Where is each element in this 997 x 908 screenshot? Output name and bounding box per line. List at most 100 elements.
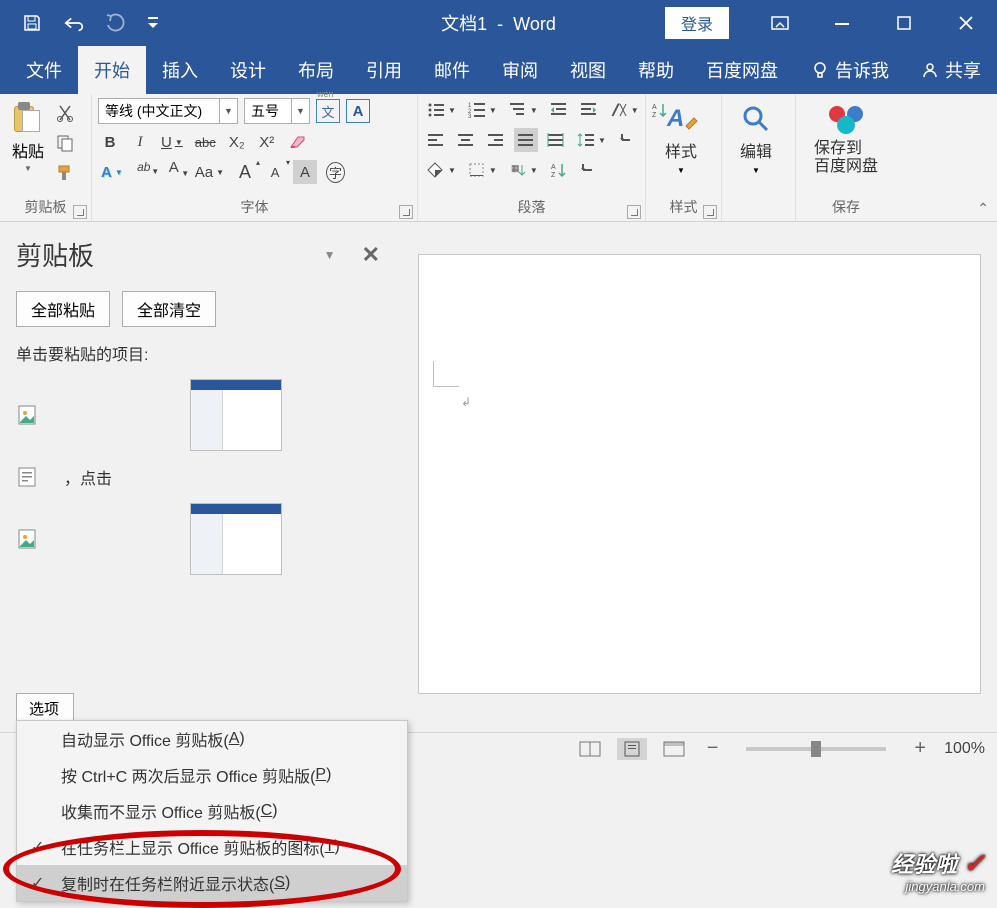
svg-text:A: A xyxy=(551,164,556,171)
tab-home[interactable]: 开始 xyxy=(78,46,146,94)
pane-title: 剪贴板 xyxy=(16,236,94,273)
clip-item[interactable] xyxy=(16,379,380,451)
clip-item[interactable]: ，点击 xyxy=(16,465,380,489)
shrink-font-button[interactable]: A▾ xyxy=(263,160,287,184)
shading-button[interactable]: ▼ xyxy=(424,158,459,182)
ribbon-display-icon[interactable] xyxy=(749,0,811,46)
snap-grid-button[interactable]: ▦▼ xyxy=(506,158,541,182)
paste-button[interactable]: 粘贴 ▼ xyxy=(6,98,50,173)
menu-auto-show[interactable]: 自动显示 Office 剪贴板(A) xyxy=(17,721,407,757)
read-mode-icon[interactable] xyxy=(575,738,605,760)
asian-layout-button[interactable]: ▼ xyxy=(607,98,642,122)
minimize-icon[interactable] xyxy=(811,0,873,46)
styles-launcher-icon[interactable] xyxy=(703,205,717,219)
tab-layout[interactable]: 布局 xyxy=(282,46,350,94)
align-right-button[interactable] xyxy=(484,128,508,152)
chevron-down-icon[interactable]: ▼ xyxy=(219,99,237,123)
bullets-button[interactable]: ▼ xyxy=(424,98,459,122)
italic-button[interactable]: I xyxy=(128,130,152,154)
align-justify-button[interactable] xyxy=(514,128,538,152)
tab-baidu[interactable]: 百度网盘 xyxy=(690,46,794,94)
menu-show-status[interactable]: 复制时在任务栏附近显示状态(S) xyxy=(17,865,407,901)
menu-collect-no-show[interactable]: 收集而不显示 Office 剪贴板(C) xyxy=(17,793,407,829)
tab-reference[interactable]: 引用 xyxy=(350,46,418,94)
sort-button[interactable]: AZ xyxy=(547,158,571,182)
tab-tellme[interactable]: 告诉我 xyxy=(795,46,905,94)
text-effect-button[interactable]: A▼ xyxy=(98,160,126,184)
qat-customize-icon[interactable] xyxy=(146,11,160,35)
format-painter-icon[interactable] xyxy=(54,162,76,184)
paste-all-button[interactable]: 全部粘贴 xyxy=(16,291,110,327)
phonetic-guide-button[interactable]: 文 xyxy=(316,99,340,123)
font-launcher-icon[interactable] xyxy=(399,205,413,219)
align-center-button[interactable] xyxy=(454,128,478,152)
subscript-button[interactable]: X₂ xyxy=(225,130,249,154)
increase-indent-button[interactable] xyxy=(577,98,601,122)
print-layout-icon[interactable] xyxy=(617,738,647,760)
tab-file[interactable]: 文件 xyxy=(10,46,78,94)
font-color-button[interactable]: A▼ xyxy=(162,160,186,184)
tab-help[interactable]: 帮助 xyxy=(622,46,690,94)
baidu-save-button[interactable]: 保存到百度网盘 xyxy=(802,98,890,177)
menu-ctrl-c-twice[interactable]: 按 Ctrl+C 两次后显示 Office 剪贴版(P) xyxy=(17,757,407,793)
zoom-thumb[interactable] xyxy=(811,741,821,757)
multilevel-button[interactable]: ▼ xyxy=(506,98,541,122)
clear-all-button[interactable]: 全部清空 xyxy=(122,291,216,327)
page[interactable]: ↲ xyxy=(418,254,981,694)
options-menu: 自动显示 Office 剪贴板(A) 按 Ctrl+C 两次后显示 Office… xyxy=(16,720,408,902)
close-icon[interactable] xyxy=(935,0,997,46)
login-button[interactable]: 登录 xyxy=(665,7,729,39)
tab-share[interactable]: 共享 xyxy=(905,46,997,94)
chevron-down-icon[interactable]: ▼ xyxy=(677,166,685,175)
numbering-button[interactable]: 123▼ xyxy=(465,98,500,122)
clipboard-launcher-icon[interactable] xyxy=(73,205,87,219)
show-marks-button[interactable] xyxy=(615,128,639,152)
tab-design[interactable]: 设计 xyxy=(214,46,282,94)
pane-options-dropdown-icon[interactable]: ▼ xyxy=(324,248,336,262)
paragraph-launcher-icon[interactable] xyxy=(627,205,641,219)
strike-button[interactable]: abc xyxy=(192,130,219,154)
styles-button[interactable]: A 样式 ▼ xyxy=(652,98,710,175)
web-layout-icon[interactable] xyxy=(659,738,689,760)
tab-insert[interactable]: 插入 xyxy=(146,46,214,94)
copy-icon[interactable] xyxy=(54,132,76,154)
zoom-out-button[interactable]: − xyxy=(701,737,725,760)
zoom-level[interactable]: 100% xyxy=(944,740,985,758)
save-icon[interactable] xyxy=(20,11,44,35)
undo-icon[interactable] xyxy=(62,11,86,35)
clip-item[interactable] xyxy=(16,503,380,575)
borders-button[interactable]: ▼ xyxy=(465,158,500,182)
tab-mail[interactable]: 邮件 xyxy=(418,46,486,94)
font-name-combo[interactable]: ▼ xyxy=(98,98,238,124)
highlight-button[interactable]: ab▼ xyxy=(132,160,156,184)
change-case-button[interactable]: Aa▼ xyxy=(192,160,227,184)
zoom-in-button[interactable]: + xyxy=(908,737,932,760)
pane-close-icon[interactable]: ✕ xyxy=(362,242,380,268)
align-left-button[interactable] xyxy=(424,128,448,152)
bold-button[interactable]: B xyxy=(98,130,122,154)
maximize-icon[interactable] xyxy=(873,0,935,46)
chevron-down-icon[interactable]: ▼ xyxy=(24,164,32,173)
font-size-combo[interactable]: ▼ xyxy=(244,98,310,124)
collapse-ribbon-icon[interactable]: ⌃ xyxy=(977,200,989,217)
tab-review[interactable]: 审阅 xyxy=(486,46,554,94)
underline-button[interactable]: U▼ xyxy=(158,130,186,154)
redo-icon[interactable] xyxy=(104,11,128,35)
decrease-indent-button[interactable] xyxy=(547,98,571,122)
char-shading-button[interactable]: A xyxy=(293,160,317,184)
grow-font-button[interactable]: A▴ xyxy=(233,160,257,184)
chevron-down-icon[interactable]: ▼ xyxy=(752,166,760,175)
distribute-button[interactable] xyxy=(544,128,568,152)
zoom-slider[interactable] xyxy=(746,747,886,751)
superscript-button[interactable]: X² xyxy=(255,130,279,154)
cut-icon[interactable] xyxy=(54,102,76,124)
enclose-char-button[interactable]: 字 xyxy=(323,160,348,184)
editing-button[interactable]: 编辑 ▼ xyxy=(728,98,784,175)
paragraph-mark-button[interactable] xyxy=(577,158,601,182)
line-spacing-button[interactable]: ▼ xyxy=(574,128,609,152)
chevron-down-icon[interactable]: ▼ xyxy=(291,99,309,123)
menu-taskbar-icon[interactable]: 在任务栏上显示 Office 剪贴板的图标(T) xyxy=(17,829,407,865)
char-border-button[interactable]: A xyxy=(346,99,370,123)
tab-view[interactable]: 视图 xyxy=(554,46,622,94)
clear-format-button[interactable] xyxy=(285,130,311,154)
